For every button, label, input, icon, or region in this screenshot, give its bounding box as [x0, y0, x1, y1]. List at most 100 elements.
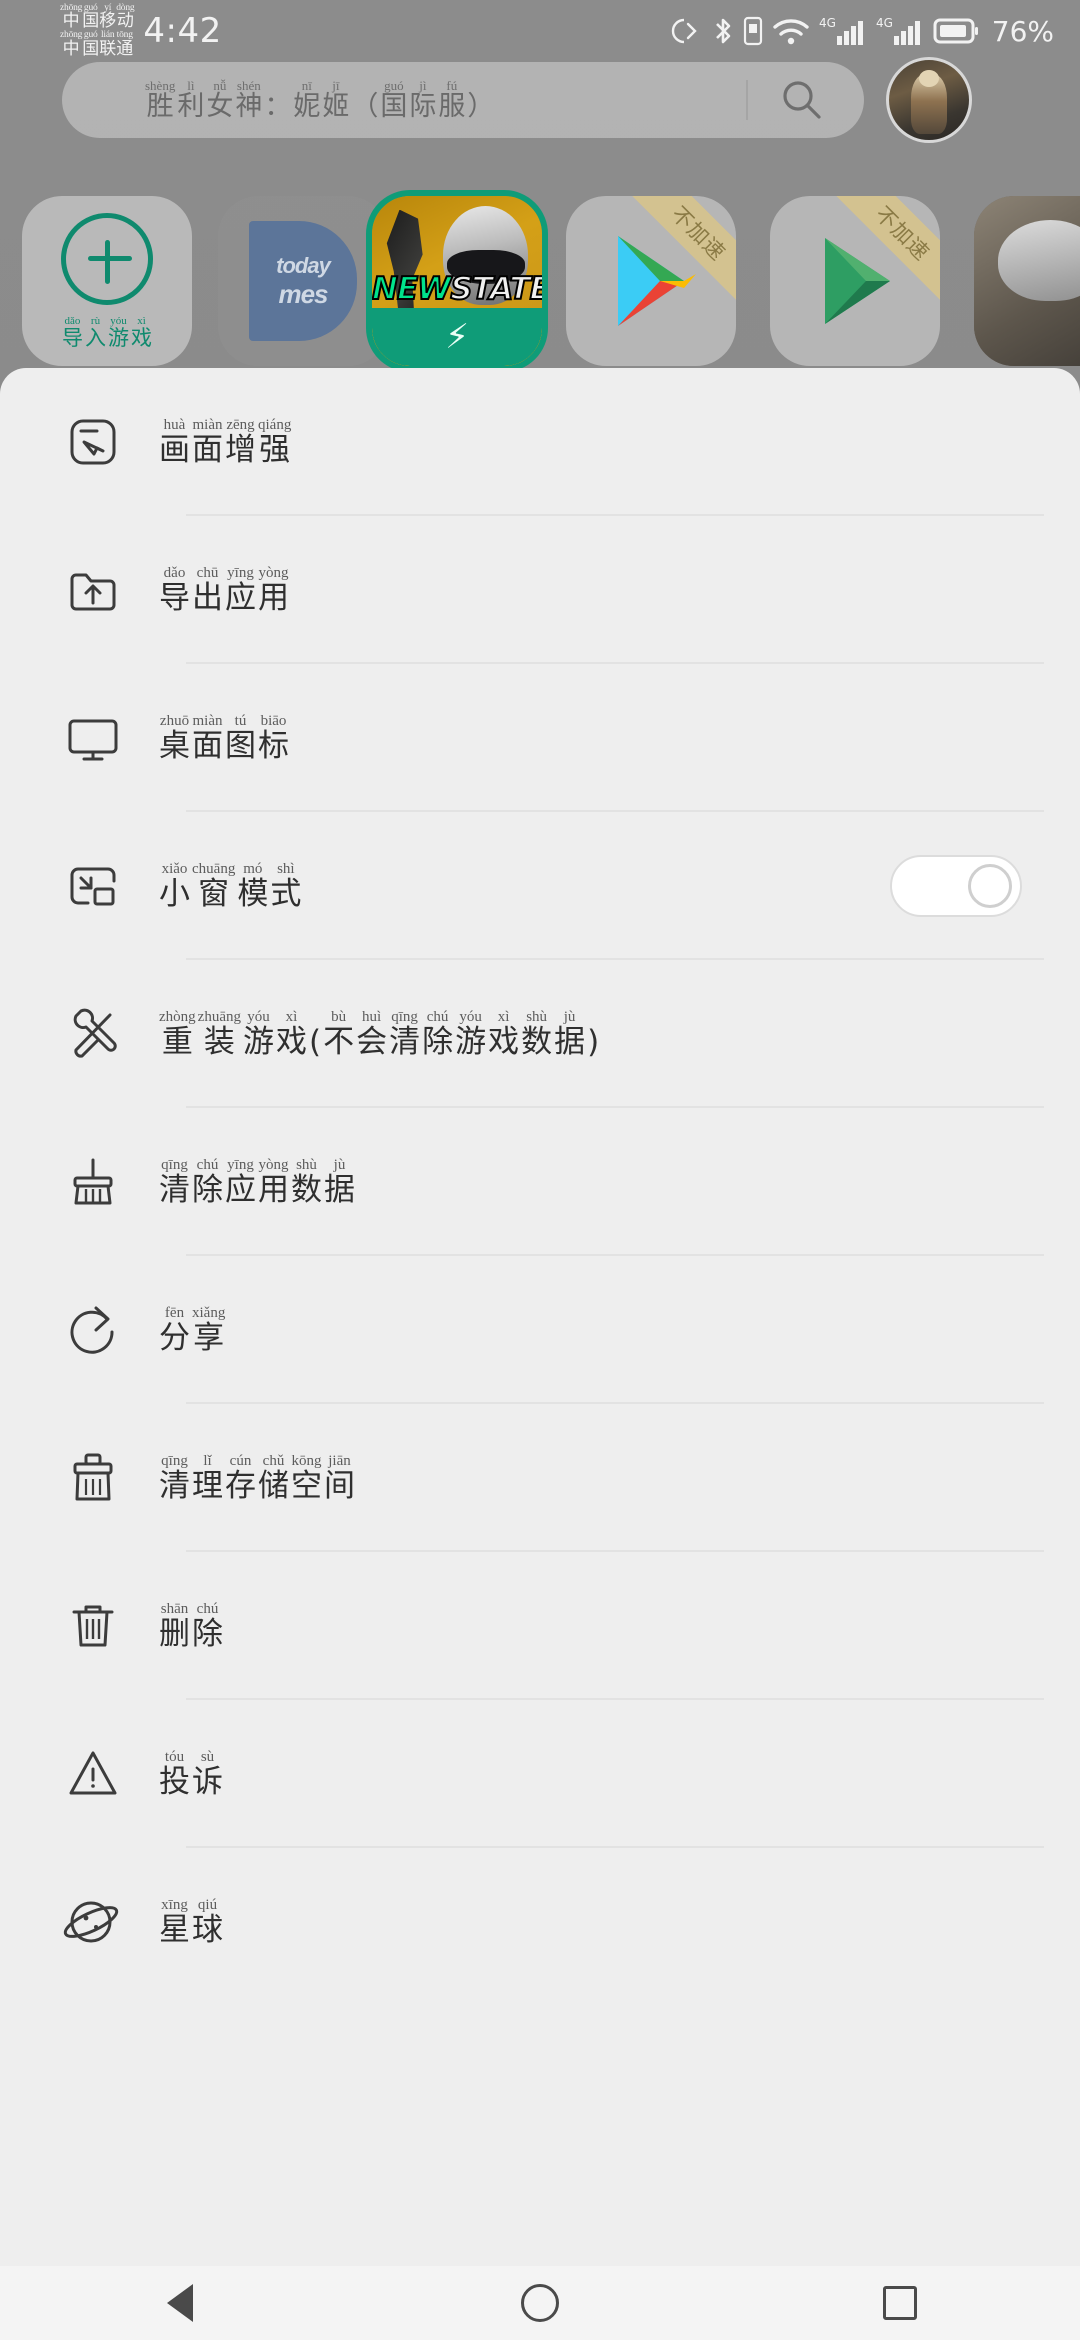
label-char-1: xiǎng 享	[192, 1305, 225, 1354]
hanzi: 导	[159, 579, 190, 616]
hanzi: 桌	[159, 727, 190, 764]
search-icon[interactable]	[774, 76, 830, 124]
toggle-knob	[968, 864, 1012, 908]
new-state-title: NEWSTATE	[372, 270, 542, 308]
label-char-7: qīng 清	[389, 1009, 420, 1058]
lightning-bolt-icon: ⚡	[445, 318, 469, 357]
menu-item-delete[interactable]: shān 删 chú 除	[0, 1552, 1080, 1700]
label-char-5: jiān 间	[324, 1453, 355, 1502]
carrier2-char-3: tōng 通	[116, 30, 133, 58]
hanzi: 游	[243, 1023, 274, 1060]
carrier1-char-0: zhōng 中	[60, 3, 82, 31]
do-not-disturb-icon	[669, 16, 703, 46]
label-char-2: yīng 应	[225, 1157, 256, 1206]
hanzi: 姬	[322, 90, 350, 122]
label-char-1: rù 入	[85, 315, 106, 349]
app-icon-google-play-games[interactable]: 不加速	[770, 196, 940, 366]
app-icon-google-play-store[interactable]: 不加速	[566, 196, 736, 366]
battery-percent-label: 76%	[991, 14, 1054, 48]
search-input[interactable]: shèng 胜 lì 利 nǚ 女 shén 神 ： nī 妮 jī 姬 （ guó 国 jì…	[96, 78, 720, 122]
nav-back-button[interactable]	[80, 2266, 280, 2340]
hanzi: 服	[438, 90, 466, 122]
hanzi: 窗	[198, 875, 230, 912]
avatar[interactable]	[886, 57, 972, 143]
menu-label: zhòng 重 zhuāng 装 yóu 游 xì 戏 ( bù 不 huì 会 qīng 清…	[158, 1009, 600, 1058]
title-white: STATE	[449, 270, 542, 308]
app-icon-partial[interactable]	[974, 196, 1080, 366]
menu-item-reinstall-game[interactable]: zhòng 重 zhuāng 装 yóu 游 xì 戏 ( bù 不 huì 会 qīng 清…	[0, 960, 1080, 1108]
label-char-5: bù 不	[323, 1009, 354, 1058]
hanzi: 清	[389, 1023, 421, 1060]
hanzi: 游	[108, 326, 129, 351]
hanzi: 享	[193, 1319, 225, 1356]
menu-item-picture-enhance[interactable]: huà 画 miàn 面 zēng 增 qiáng 强	[0, 368, 1080, 516]
label-char-3: biāo 标	[258, 713, 289, 762]
menu-item-share[interactable]: fēn 分 xiǎng 享	[0, 1256, 1080, 1404]
search-bar[interactable]: shèng 胜 lì 利 nǚ 女 shén 神 ： nī 妮 jī 姬 （ guó 国 jì…	[62, 62, 864, 138]
menu-item-desktop-icon[interactable]: zhuō 桌 miàn 面 tú 图 biāo 标	[0, 664, 1080, 812]
hanzi: ）	[467, 90, 495, 122]
hanzi: 不	[323, 1023, 355, 1060]
hanzi: 数	[521, 1023, 553, 1060]
nav-home-button[interactable]	[440, 2266, 640, 2340]
menu-item-small-window-mode[interactable]: xiǎo 小 chuāng 窗 mó 模 shì 式	[0, 812, 1080, 960]
hanzi: 除	[192, 1615, 223, 1652]
app-icon-import-game[interactable]: dǎo 导 rù 入 yóu 游 xì 戏	[22, 196, 192, 366]
menu-item-complaint[interactable]: tóu 投 sù 诉	[0, 1700, 1080, 1848]
carrier1-char-2: yí 移	[99, 3, 116, 31]
square-recents-icon	[883, 2286, 917, 2320]
hanzi: 除	[422, 1023, 454, 1060]
menu-item-planet[interactable]: xīng 星 qiú 球	[0, 1848, 1080, 1996]
context-menu-sheet: huà 画 miàn 面 zēng 增 qiáng 强 dǎo 导 chū 出 yīng 应 …	[0, 368, 1080, 2266]
search-char-7: （	[351, 92, 378, 121]
hanzi: 小	[159, 875, 190, 912]
circle-home-icon	[521, 2284, 559, 2322]
hanzi: 胜	[146, 90, 174, 122]
carrier2-char-0: zhōng 中	[60, 30, 82, 59]
label-char-3: qiáng 强	[258, 417, 291, 466]
hanzi: 入	[85, 326, 106, 351]
app-icon-today-games[interactable]: today mes	[218, 196, 388, 366]
hanzi: 理	[192, 1467, 223, 1504]
hanzi: 神	[235, 90, 263, 122]
hanzi: 图	[225, 727, 256, 764]
today-games-logo: today mes	[249, 221, 357, 341]
battery-icon	[933, 16, 979, 46]
hanzi: 标	[258, 727, 289, 764]
hanzi: 面	[192, 727, 223, 764]
search-char-3: shén 神	[235, 78, 263, 122]
hanzi: 应	[225, 1171, 256, 1208]
small-window-toggle[interactable]	[890, 855, 1022, 917]
nav-recents-button[interactable]	[800, 2266, 1000, 2340]
carrier1-char-3: dòng 动	[116, 3, 134, 31]
search-char-2: nǚ 女	[206, 78, 233, 122]
bluetooth-icon	[712, 15, 734, 47]
carrier-2: zhōng 中 guó 国 lián 联 tōng 通	[60, 30, 134, 59]
hanzi: 清	[159, 1467, 190, 1504]
hanzi: 数	[291, 1171, 322, 1208]
import-game-label: dǎo 导 rù 入 yóu 游 xì 戏	[61, 315, 153, 349]
hanzi: 球	[192, 1911, 223, 1948]
menu-item-export-app[interactable]: dǎo 导 chū 出 yīng 应 yòng 用	[0, 516, 1080, 664]
label-char-1: lǐ 理	[192, 1453, 223, 1502]
menu-item-clean-storage[interactable]: qīng 清 lǐ 理 cún 存 chǔ 储 kōng 空 jiān 间	[0, 1404, 1080, 1552]
menu-item-clear-app-data[interactable]: qīng 清 chú 除 yīng 应 yòng 用 shù 数 jù 据	[0, 1108, 1080, 1256]
menu-label: xiǎo 小 chuāng 窗 mó 模 shì 式	[158, 861, 302, 910]
hanzi: 据	[324, 1171, 355, 1208]
hanzi: ：	[264, 90, 292, 122]
label-char-4: (	[309, 1026, 321, 1059]
hanzi: 中	[62, 38, 80, 59]
hanzi: 游	[455, 1023, 487, 1060]
label-char-4: kōng 空	[291, 1453, 322, 1502]
share-icon	[62, 1299, 158, 1361]
hanzi: 强	[259, 431, 291, 468]
hanzi: 星	[159, 1911, 190, 1948]
folder-upload-icon	[62, 559, 158, 621]
label-char-0: huà 画	[159, 417, 190, 466]
hanzi: 投	[159, 1763, 190, 1800]
app-icon-new-state[interactable]: NEWSTATE ⚡	[366, 190, 548, 372]
label-char-1: qiú 球	[192, 1897, 223, 1946]
menu-label: xīng 星 qiú 球	[158, 1897, 224, 1946]
label-char-1: zhuāng 装	[198, 1009, 241, 1058]
hanzi: 储	[258, 1467, 289, 1504]
